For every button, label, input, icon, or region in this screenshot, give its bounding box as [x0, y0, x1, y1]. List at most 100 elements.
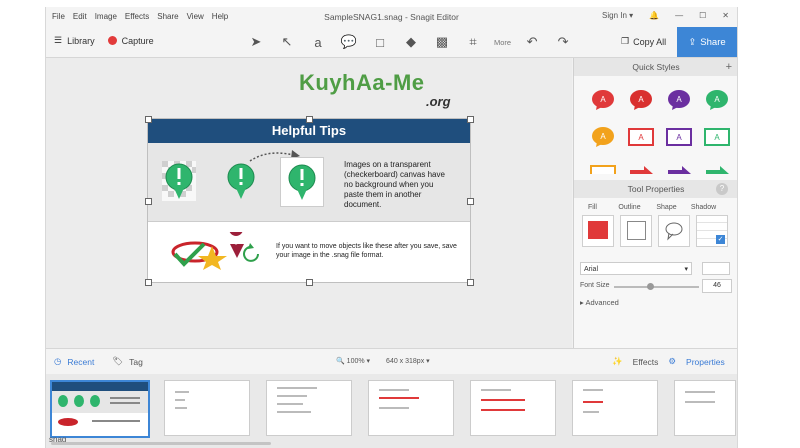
- style-letter: A: [638, 133, 644, 142]
- style-purple-arrow[interactable]: [660, 160, 698, 174]
- tool-properties-title: Tool Properties: [627, 184, 685, 194]
- font-color-picker[interactable]: [702, 262, 730, 275]
- copy-all-label: Copy All: [633, 36, 667, 47]
- thumb-header: [52, 382, 148, 391]
- share-label: Share: [700, 36, 726, 48]
- add-style-icon[interactable]: +: [726, 58, 732, 76]
- shadow-picker[interactable]: ✓: [696, 215, 728, 247]
- style-red-box[interactable]: A: [622, 123, 660, 151]
- crop-tool-icon[interactable]: ⌗: [463, 32, 483, 52]
- fill-color-picker[interactable]: [582, 215, 614, 247]
- style-purple-box[interactable]: A: [660, 123, 698, 151]
- tray-bar: ◷ Recent 🏷 Tag 🔍 100% ▾ 640 x 318px ▾ ✨ …: [46, 348, 737, 375]
- sign-in-label: Sign In: [602, 11, 627, 20]
- font-size-input[interactable]: 46: [702, 279, 732, 293]
- resize-handle-bl[interactable]: [145, 279, 152, 286]
- thumbnail-3[interactable]: [266, 380, 352, 436]
- share-button[interactable]: ⇪ Share: [677, 27, 737, 57]
- snag-format-tip-text: If you want to move objects like these a…: [276, 243, 457, 259]
- font-size-slider-knob[interactable]: [647, 283, 654, 290]
- fill-tool-icon[interactable]: ◆: [401, 32, 421, 52]
- recent-tab[interactable]: Recent: [67, 357, 94, 367]
- style-red-arrow[interactable]: [622, 160, 660, 174]
- thumbnail-5[interactable]: [470, 380, 556, 436]
- style-red-callout-2[interactable]: A: [622, 86, 660, 114]
- tag-icon: 🏷: [112, 356, 124, 366]
- share-icon: ⇪: [688, 36, 697, 48]
- menubar: File Edit Image Effects Share View Help …: [46, 7, 737, 27]
- dimensions-select[interactable]: 640 x 318px ▾: [386, 357, 430, 365]
- thumbnail-7[interactable]: [674, 380, 736, 436]
- advanced-toggle[interactable]: ▸ Advanced: [580, 298, 619, 307]
- gear-icon: ⚙: [668, 356, 677, 366]
- resize-handle-br[interactable]: [467, 279, 474, 286]
- zoom-value: 100%: [346, 358, 365, 365]
- resize-handle-tr[interactable]: [467, 116, 474, 123]
- style-orange-box[interactable]: [584, 160, 622, 174]
- recent-captures-tray: snag: [46, 374, 737, 448]
- more-tools-button[interactable]: More: [494, 38, 511, 47]
- stamps-icon-group: [171, 232, 259, 270]
- thumbnail-selected[interactable]: [50, 380, 150, 438]
- style-letter: A: [676, 133, 682, 142]
- sign-in-menu[interactable]: Sign In ▾: [602, 11, 633, 20]
- snagit-editor-window: File Edit Image Effects Share View Help …: [45, 7, 738, 448]
- font-family-value: Arial: [584, 266, 599, 273]
- close-icon[interactable]: ✕: [722, 11, 729, 20]
- capture-button[interactable]: Capture: [122, 36, 154, 46]
- bell-icon[interactable]: 🔔: [649, 11, 659, 20]
- thumbnail-4[interactable]: [368, 380, 454, 436]
- effects-button[interactable]: Effects: [633, 357, 659, 367]
- resize-handle-l[interactable]: [145, 198, 152, 205]
- style-green-callout[interactable]: A: [698, 86, 736, 114]
- style-orange-callout[interactable]: A: [584, 123, 622, 151]
- effects-icon: ✨: [612, 356, 623, 366]
- move-tool-icon[interactable]: ➤: [246, 32, 266, 52]
- text-tool-icon[interactable]: a: [308, 32, 328, 52]
- thumbnail-2[interactable]: [164, 380, 250, 436]
- shape-tool-icon[interactable]: □: [370, 32, 390, 52]
- resize-handle-t[interactable]: [306, 116, 313, 123]
- resize-handle-r[interactable]: [467, 198, 474, 205]
- properties-button[interactable]: Properties: [686, 357, 725, 367]
- minimize-icon[interactable]: —: [675, 11, 683, 20]
- dimensions-value: 640 x 318px: [386, 358, 425, 365]
- hamburger-icon[interactable]: ☰: [54, 35, 62, 46]
- help-icon[interactable]: ?: [716, 183, 728, 195]
- resize-handle-tl[interactable]: [145, 116, 152, 123]
- arrow-tool-icon[interactable]: ↖: [277, 32, 297, 52]
- copy-all-button[interactable]: ❐ Copy All: [621, 36, 666, 47]
- watermark-text: KuyhAa-Me: [299, 70, 425, 95]
- font-family-select[interactable]: Arial ▾: [580, 262, 692, 275]
- canvas-area[interactable]: KuyhAa-Me .org Helpful Tips Images on a …: [46, 58, 572, 348]
- resize-handle-b[interactable]: [306, 279, 313, 286]
- stamp-tool-icon[interactable]: ▩: [432, 32, 452, 52]
- redo-icon[interactable]: ↷: [553, 32, 573, 52]
- capture-icon[interactable]: [107, 36, 117, 45]
- style-green-arrow[interactable]: [698, 160, 736, 174]
- tool-properties-body: Fill Outline Shape Shadow ✓: [574, 204, 737, 247]
- font-size-slider[interactable]: [614, 286, 699, 288]
- zoom-select[interactable]: 🔍 100% ▾: [336, 357, 370, 365]
- callout-tool-icon[interactable]: 💬: [339, 32, 359, 52]
- fill-label: Fill: [588, 204, 597, 211]
- pin-white-frame: [280, 157, 324, 207]
- library-button[interactable]: Library: [67, 36, 95, 46]
- image-canvas[interactable]: Helpful Tips Images on a transparent (ch…: [145, 116, 474, 286]
- properties-panel: Quick Styles + A A A A A A A A Tool Prop…: [573, 58, 737, 348]
- pin-icon-white-bg: [288, 164, 316, 200]
- tag-tab[interactable]: Tag: [129, 357, 143, 367]
- shadow-label: Shadow: [690, 204, 717, 211]
- style-letter: A: [600, 95, 606, 104]
- tray-scrollbar[interactable]: [51, 442, 271, 445]
- undo-icon[interactable]: ↶: [522, 32, 542, 52]
- style-green-box[interactable]: A: [698, 123, 736, 151]
- maximize-icon[interactable]: ☐: [699, 11, 706, 20]
- outline-picker[interactable]: [620, 215, 652, 247]
- thumbnail-6[interactable]: [572, 380, 658, 436]
- style-letter: A: [714, 133, 720, 142]
- style-purple-callout[interactable]: A: [660, 86, 698, 114]
- checkmark-icon: ✓: [716, 235, 725, 244]
- shape-picker[interactable]: [658, 215, 690, 247]
- style-red-callout[interactable]: A: [584, 86, 622, 114]
